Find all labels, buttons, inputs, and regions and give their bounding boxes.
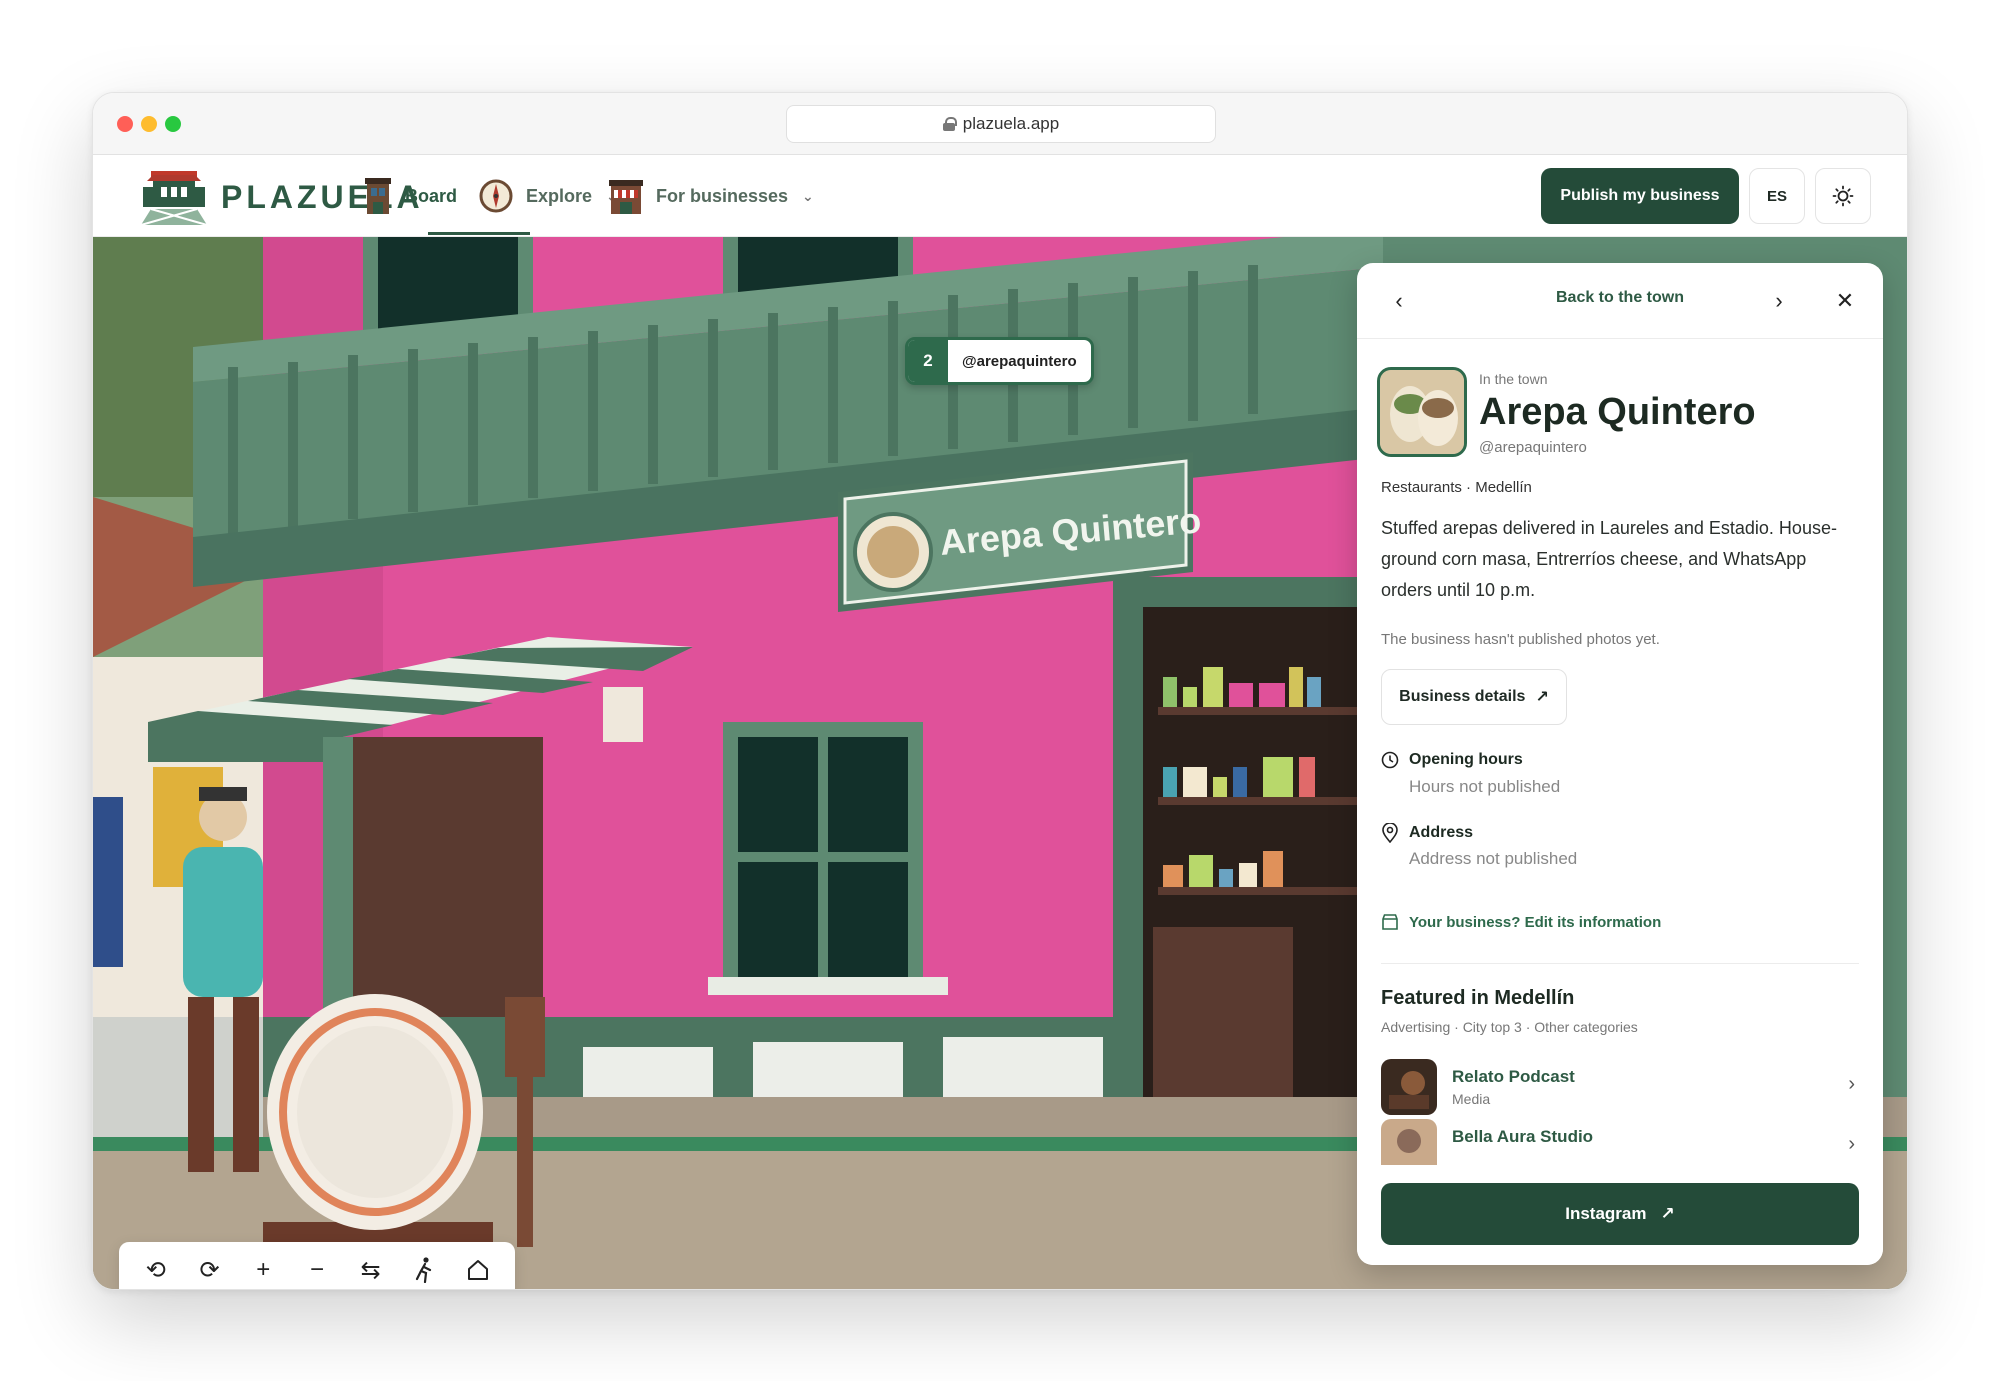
no-photos-note: The business hasn't published photos yet…: [1381, 631, 1660, 648]
back-to-town-link[interactable]: Back to the town: [1357, 289, 1883, 307]
rotate-right-icon[interactable]: ⟳: [190, 1250, 230, 1289]
address-label: Address: [1409, 824, 1474, 841]
sun-icon: [1832, 185, 1854, 207]
opening-hours-row: Opening hours: [1381, 751, 1523, 769]
opening-hours-label: Opening hours: [1409, 751, 1523, 768]
url-text: plazuela.app: [962, 114, 1060, 133]
close-icon[interactable]: ✕: [1827, 283, 1863, 319]
instagram-button[interactable]: Instagram ↗: [1381, 1183, 1859, 1245]
tag-handle: @arepaquintero: [962, 352, 1077, 370]
lock-icon: [942, 117, 957, 131]
panel-footer: Instagram ↗: [1357, 1165, 1883, 1265]
compass-icon: [479, 179, 513, 213]
arrow-up-right-icon: ↗: [1535, 689, 1549, 706]
tag-number: 2: [908, 340, 948, 382]
close-window-button[interactable]: [117, 116, 133, 132]
business-avatar: [1377, 367, 1467, 457]
business-name: Arepa Quintero: [1479, 391, 1756, 433]
address-row: Address: [1381, 823, 1473, 843]
nav-for-businesses[interactable]: For businesses ⌄: [608, 169, 814, 223]
browser-window: plazuela.app PLAZUELA Board Explore For …: [92, 92, 1908, 1290]
walk-icon[interactable]: [404, 1250, 444, 1289]
nav-explore[interactable]: Explore ⌄: [478, 169, 618, 223]
panel-header: ‹ Back to the town › ✕: [1357, 263, 1883, 339]
in-town-label: In the town: [1479, 371, 1548, 387]
theme-toggle-button[interactable]: [1815, 168, 1871, 224]
featured-item[interactable]: Relato Podcast Media ›: [1381, 1059, 1859, 1115]
business-description: Stuffed arepas delivered in Laureles and…: [1381, 518, 1837, 600]
edit-business-link[interactable]: Your business? Edit its information: [1381, 913, 1661, 931]
zoom-out-icon[interactable]: −: [297, 1250, 337, 1289]
featured-name: Relato Podcast: [1452, 1067, 1575, 1086]
featured-meta: Advertising · City top 3 · Other categor…: [1381, 1019, 1638, 1035]
business-detail-panel: ‹ Back to the town › ✕ In the town Arepa…: [1357, 263, 1883, 1265]
address-bar[interactable]: plazuela.app: [786, 105, 1216, 143]
clock-icon: [1381, 751, 1399, 769]
minimize-window-button[interactable]: [141, 116, 157, 132]
nav-board[interactable]: Board: [363, 169, 457, 223]
swap-icon[interactable]: ⇆: [351, 1250, 391, 1289]
instagram-label: Instagram: [1565, 1204, 1647, 1223]
arrow-up-right-icon: ↗: [1660, 1204, 1675, 1223]
section-divider: [1381, 963, 1859, 964]
featured-category: Media: [1452, 1091, 1491, 1107]
site-header: PLAZUELA Board Explore ⌄: [93, 155, 1907, 237]
featured-name: Bella Aura Studio: [1452, 1127, 1594, 1146]
store-icon: [1382, 914, 1398, 930]
opening-hours-value: Hours not published: [1409, 777, 1561, 796]
chevron-right-icon: ›: [1848, 1073, 1855, 1095]
scene-toolbar: ⟲ ⟳ + − ⇆: [119, 1242, 515, 1289]
active-tab-indicator: [428, 232, 530, 235]
business-details-label: Business details: [1399, 688, 1526, 705]
publish-business-button[interactable]: Publish my business: [1541, 168, 1739, 224]
language-toggle-button[interactable]: ES: [1749, 168, 1805, 224]
zoom-in-icon[interactable]: +: [243, 1250, 283, 1289]
nav-board-label: Board: [405, 185, 458, 206]
board-building-icon: [365, 178, 391, 214]
storefront-icon: [609, 180, 643, 214]
nav-for-businesses-label: For businesses: [656, 185, 789, 206]
town-3d-scene[interactable]: Arepa Quintero 2 @arepaquintero ⟲ ⟳ + − …: [93, 237, 1907, 1289]
browser-titlebar: plazuela.app: [93, 93, 1907, 155]
location-pin-icon: [1382, 823, 1398, 843]
business-category-city: Restaurants · Medellín: [1381, 479, 1532, 496]
nav-explore-label: Explore: [526, 185, 593, 206]
chevron-right-icon: ›: [1848, 1133, 1855, 1155]
address-value: Address not published: [1409, 849, 1578, 868]
plazuela-logo-icon: [140, 171, 208, 226]
chevron-down-icon: ⌄: [802, 187, 814, 204]
business-details-button[interactable]: Business details ↗: [1381, 669, 1567, 725]
rotate-left-icon[interactable]: ⟲: [136, 1250, 176, 1289]
edit-business-label: Your business? Edit its information: [1409, 913, 1662, 931]
maximize-window-button[interactable]: [165, 116, 181, 132]
business-handle: @arepaquintero: [1479, 439, 1587, 456]
featured-title: Featured in Medellín: [1381, 987, 1575, 1009]
featured-thumbnail: [1381, 1059, 1437, 1115]
home-icon[interactable]: [458, 1250, 498, 1289]
business-map-tag[interactable]: 2 @arepaquintero: [905, 337, 1094, 385]
next-business-button[interactable]: ›: [1761, 283, 1797, 319]
